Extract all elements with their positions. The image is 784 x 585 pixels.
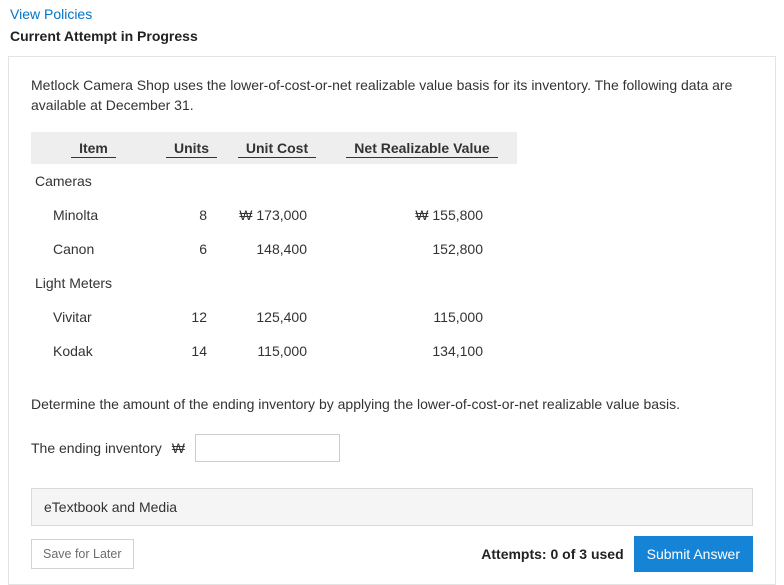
table-category-row: Cameras	[31, 164, 517, 198]
footer-row: Save for Later Attempts: 0 of 3 used Sub…	[31, 536, 753, 572]
submit-answer-button[interactable]: Submit Answer	[634, 536, 753, 572]
table-row: Canon6148,400152,800	[31, 232, 517, 266]
cell-item: Minolta	[31, 198, 156, 232]
view-policies-link[interactable]: View Policies	[10, 6, 92, 22]
cell-units: 12	[156, 300, 227, 334]
question-panel: Metlock Camera Shop uses the lower-of-co…	[8, 56, 776, 585]
cell-unit-cost: 115,000	[227, 334, 327, 368]
etextbook-media-button[interactable]: eTextbook and Media	[31, 488, 753, 526]
cell-item: Canon	[31, 232, 156, 266]
table-row: Minolta8₩ 173,000₩ 155,800	[31, 198, 517, 232]
cell-nrv: ₩ 155,800	[327, 198, 517, 232]
th-unit-cost: Unit Cost	[227, 132, 327, 164]
answer-row: The ending inventory ₩	[31, 434, 753, 462]
table-row: Kodak14115,000134,100	[31, 334, 517, 368]
instruction-text: Determine the amount of the ending inven…	[31, 396, 753, 412]
th-units: Units	[156, 132, 227, 164]
category-label: Light Meters	[31, 266, 517, 300]
problem-text: Metlock Camera Shop uses the lower-of-co…	[31, 75, 753, 116]
cell-units: 6	[156, 232, 227, 266]
attempts-text: Attempts: 0 of 3 used	[481, 546, 623, 562]
cell-units: 8	[156, 198, 227, 232]
cell-unit-cost: 125,400	[227, 300, 327, 334]
save-for-later-button[interactable]: Save for Later	[31, 539, 134, 569]
table-category-row: Light Meters	[31, 266, 517, 300]
th-item: Item	[31, 132, 156, 164]
category-label: Cameras	[31, 164, 517, 198]
cell-nrv: 152,800	[327, 232, 517, 266]
inventory-table: Item Units Unit Cost Net Realizable Valu…	[31, 132, 517, 368]
cell-nrv: 134,100	[327, 334, 517, 368]
ending-inventory-input[interactable]	[195, 434, 340, 462]
currency-symbol: ₩	[172, 440, 185, 456]
cell-item: Kodak	[31, 334, 156, 368]
cell-item: Vivitar	[31, 300, 156, 334]
answer-label: The ending inventory	[31, 440, 162, 456]
page-title: Current Attempt in Progress	[10, 28, 774, 44]
cell-units: 14	[156, 334, 227, 368]
cell-unit-cost: ₩ 173,000	[227, 198, 327, 232]
cell-unit-cost: 148,400	[227, 232, 327, 266]
th-nrv: Net Realizable Value	[327, 132, 517, 164]
table-row: Vivitar12125,400115,000	[31, 300, 517, 334]
cell-nrv: 115,000	[327, 300, 517, 334]
